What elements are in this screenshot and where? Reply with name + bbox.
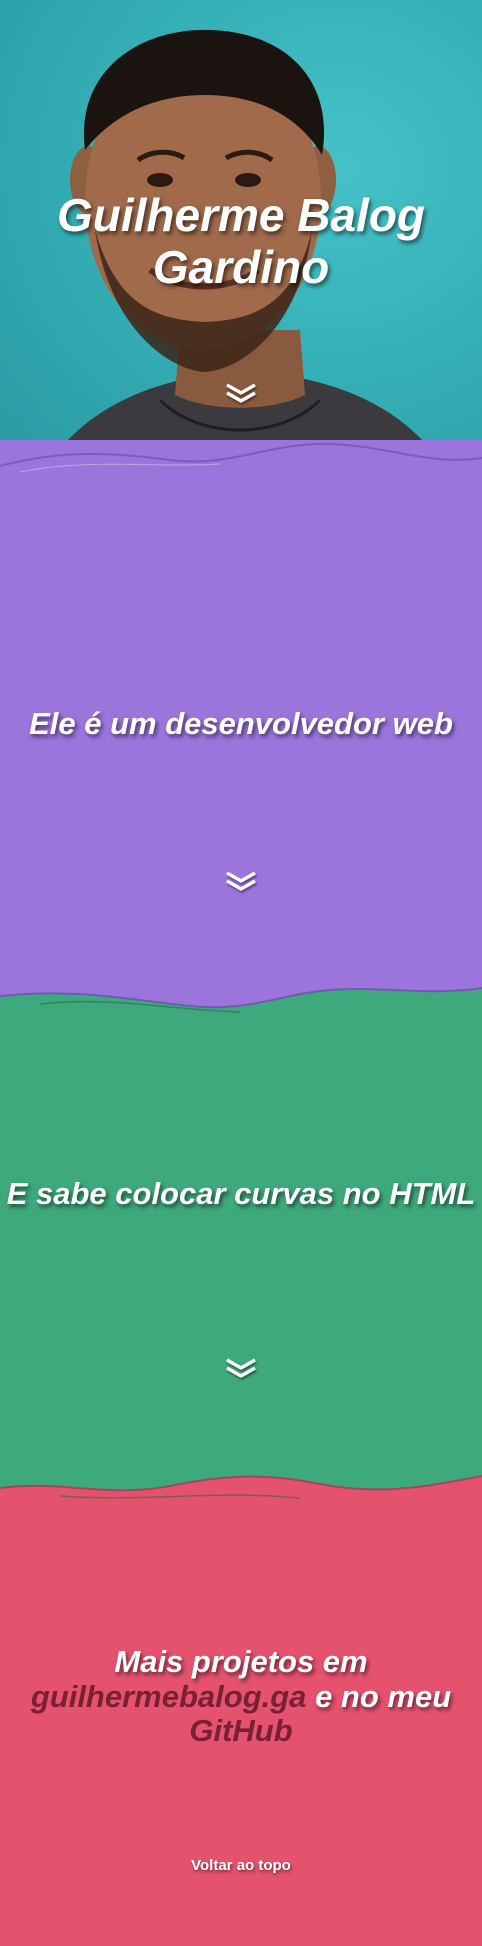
section-text-developer: Ele é um desenvolvedor web	[29, 706, 453, 741]
wave-divider-2	[0, 982, 482, 1013]
green-section	[0, 985, 482, 1495]
hero-section: Guilherme Balog Gardino	[0, 0, 482, 480]
wave-divider-1	[0, 442, 482, 478]
scroll-down-button-1[interactable]	[224, 382, 258, 404]
github-link[interactable]: GitHub	[189, 1713, 292, 1749]
projects-text-middle: e no meu	[315, 1678, 452, 1714]
scroll-down-button-2[interactable]	[224, 870, 258, 892]
chevron-down-icon	[226, 383, 256, 403]
chevron-down-icon	[226, 1358, 256, 1378]
projects-text-start: Mais projetos em	[114, 1644, 368, 1679]
hero-title: Guilherme Balog Gardino	[56, 189, 426, 293]
back-to-top-link[interactable]: Voltar ao topo	[0, 1857, 482, 1874]
wave-divider-3	[0, 1466, 482, 1499]
scroll-down-button-3[interactable]	[224, 1357, 258, 1379]
website-link[interactable]: guilhermebalog.ga	[31, 1679, 307, 1714]
section-text-projects: Mais projetos em guilhermebalog.ga e no …	[0, 1644, 482, 1749]
section-text-curves: E sabe colocar curvas no HTML	[6, 1176, 476, 1211]
chevron-down-icon	[226, 871, 256, 891]
